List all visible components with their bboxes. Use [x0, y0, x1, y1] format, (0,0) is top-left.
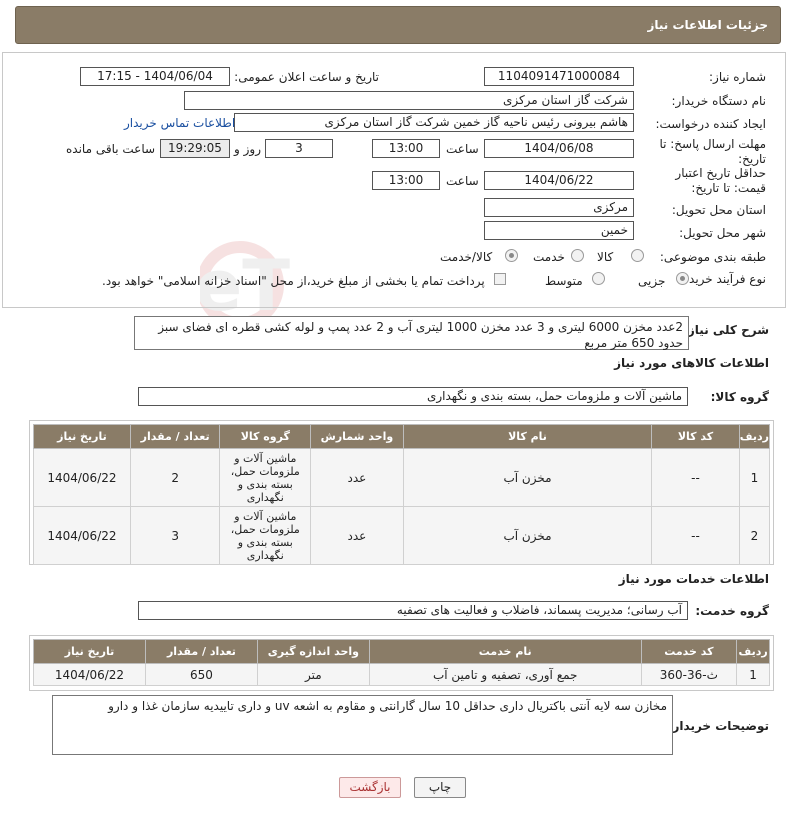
announce-field: 1404/06/04 - 17:15: [80, 67, 230, 86]
goods-cell: 1404/06/22: [33, 448, 131, 507]
need-number-label: شماره نیاز:: [709, 70, 766, 84]
goods-cell: مخزن آب: [402, 448, 653, 507]
buyer-contact-link[interactable]: اطلاعات تماس خریدار: [124, 116, 235, 130]
page-header: جزئیات اطلاعات نیاز: [15, 6, 781, 44]
deadline-time-label: ساعت: [446, 142, 479, 156]
goods-table: ردیف کد کالا نام کالا واحد شمارش گروه کا…: [33, 424, 771, 565]
services-cell: ث-36-360: [640, 663, 738, 686]
goods-col-code: کد کالا: [651, 424, 740, 449]
services-col-row: ردیف: [736, 639, 770, 664]
goods-col-qty: تعداد / مقدار: [129, 424, 221, 449]
goods-col-row: ردیف: [738, 424, 771, 449]
process-label: نوع فرآیند خرید :: [681, 272, 766, 286]
services-cell: جمع آوری، تصفیه و تامین آب: [368, 663, 642, 686]
buyer-notes-textarea[interactable]: مخازن سه لایه آنتی باکتریال داری حداقل 1…: [52, 695, 673, 755]
remaining-time-field: 19:29:05: [160, 139, 230, 158]
goods-cell: 3: [129, 506, 221, 565]
services-cell: 1404/06/22: [33, 663, 146, 686]
process-option-minor: جزیی: [638, 274, 666, 288]
services-section-title: اطلاعات خدمات مورد نیاز: [618, 572, 769, 586]
goods-group-field: ماشین آلات و ملزومات حمل، بسته بندی و نگ…: [138, 387, 688, 406]
table-row: 1 ث-36-360 جمع آوری، تصفیه و تامین آب مت…: [33, 663, 770, 686]
category-radio-goods-service[interactable]: [505, 249, 518, 262]
city-label: شهر محل تحویل:: [679, 226, 766, 240]
goods-section-title: اطلاعات کالاهای مورد نیاز: [614, 356, 769, 370]
remaining-label: ساعت باقی مانده: [66, 142, 156, 156]
table-row: 2 -- مخزن آب عدد ماشین آلات و ملزومات حم…: [33, 506, 771, 565]
print-button[interactable]: چاپ: [414, 777, 466, 798]
services-col-name: نام خدمت: [368, 639, 642, 664]
goods-cell: 2: [129, 448, 221, 507]
process-radio-medium[interactable]: [592, 272, 605, 285]
province-field: مرکزی: [484, 198, 634, 217]
goods-col-unit: واحد شمارش: [310, 424, 404, 449]
price-validity-time-label: ساعت: [446, 174, 479, 188]
category-option-goods-service: کالا/خدمت: [440, 250, 493, 264]
goods-cell: مخزن آب: [402, 506, 653, 565]
goods-cell: --: [651, 448, 740, 507]
price-validity-time-field: 13:00: [372, 171, 440, 190]
need-number-field: 1104091471000084: [484, 67, 634, 86]
treasury-payment-checkbox[interactable]: [494, 273, 506, 285]
category-radio-service[interactable]: [571, 249, 584, 262]
category-option-service: خدمت: [533, 250, 565, 264]
services-table: ردیف کد خدمت نام خدمت واحد اندازه گیری ت…: [33, 639, 770, 686]
description-textarea[interactable]: 2عدد مخزن 6000 لیتری و 3 عدد مخزن 1000 ل…: [134, 316, 689, 350]
back-button[interactable]: بازگشت: [339, 777, 401, 798]
page-title: جزئیات اطلاعات نیاز: [647, 18, 768, 32]
services-group-field: آب رسانی؛ مدیریت پسماند، فاضلاب و فعالیت…: [138, 601, 688, 620]
province-label: استان محل تحویل:: [671, 203, 766, 217]
deadline-label: مهلت ارسال پاسخ: تا تاریخ:: [659, 137, 766, 166]
services-cell: متر: [256, 663, 370, 686]
buyer-notes-label: توضیحات خریدار:: [667, 719, 769, 733]
services-col-code: کد خدمت: [640, 639, 738, 664]
creator-label: ایجاد کننده درخواست:: [655, 117, 766, 131]
goods-cell: 2: [738, 506, 771, 565]
services-col-qty: تعداد / مقدار: [144, 639, 258, 664]
announce-label: تاریخ و ساعت اعلان عمومی:: [234, 70, 379, 84]
services-group-label: گروه خدمت:: [695, 604, 769, 618]
goods-col-group: گروه کالا: [219, 424, 312, 449]
services-cell: 650: [144, 663, 258, 686]
goods-cell: 1404/06/22: [33, 506, 131, 565]
buyer-org-label: نام دستگاه خریدار:: [671, 94, 767, 108]
city-field: خمین: [484, 221, 634, 240]
treasury-payment-note: پرداخت تمام یا بخشی از مبلغ خرید،از محل …: [102, 274, 485, 288]
services-col-date: تاریخ نیاز: [33, 639, 146, 664]
goods-cell: عدد: [310, 506, 404, 565]
goods-cell: ماشین آلات و ملزومات حمل، بسته بندی و نگ…: [219, 506, 312, 565]
services-cell: 1: [736, 663, 770, 686]
process-radio-minor[interactable]: [676, 272, 689, 285]
buyer-org-field: شرکت گاز استان مرکزی: [184, 91, 634, 110]
goods-col-date: تاریخ نیاز: [33, 424, 131, 449]
services-col-unit: واحد اندازه گیری: [256, 639, 370, 664]
price-validity-date-field: 1404/06/22: [484, 171, 634, 190]
goods-cell: عدد: [310, 448, 404, 507]
deadline-date-field: 1404/06/08: [484, 139, 634, 158]
days-field: 3: [265, 139, 333, 158]
goods-cell: --: [651, 506, 740, 565]
category-option-goods: کالا: [597, 250, 614, 264]
days-label: روز و: [234, 142, 261, 156]
goods-cell: ماشین آلات و ملزومات حمل، بسته بندی و نگ…: [219, 448, 312, 507]
goods-col-name: نام کالا: [402, 424, 653, 449]
goods-cell: 1: [738, 448, 771, 507]
deadline-time-field: 13:00: [372, 139, 440, 158]
process-option-medium: متوسط: [545, 274, 583, 288]
description-label: شرح کلی نیاز:: [683, 323, 769, 337]
price-validity-label: حداقل تاریخ اعتبار قیمت: تا تاریخ:: [675, 166, 766, 195]
goods-group-label: گروه کالا:: [710, 390, 769, 404]
category-label: طبقه بندی موضوعی:: [659, 250, 766, 264]
table-row: 1 -- مخزن آب عدد ماشین آلات و ملزومات حم…: [33, 448, 771, 507]
category-radio-goods[interactable]: [631, 249, 644, 262]
creator-field: هاشم بیرونی رئیس ناحیه گاز خمین شرکت گاز…: [234, 113, 634, 132]
